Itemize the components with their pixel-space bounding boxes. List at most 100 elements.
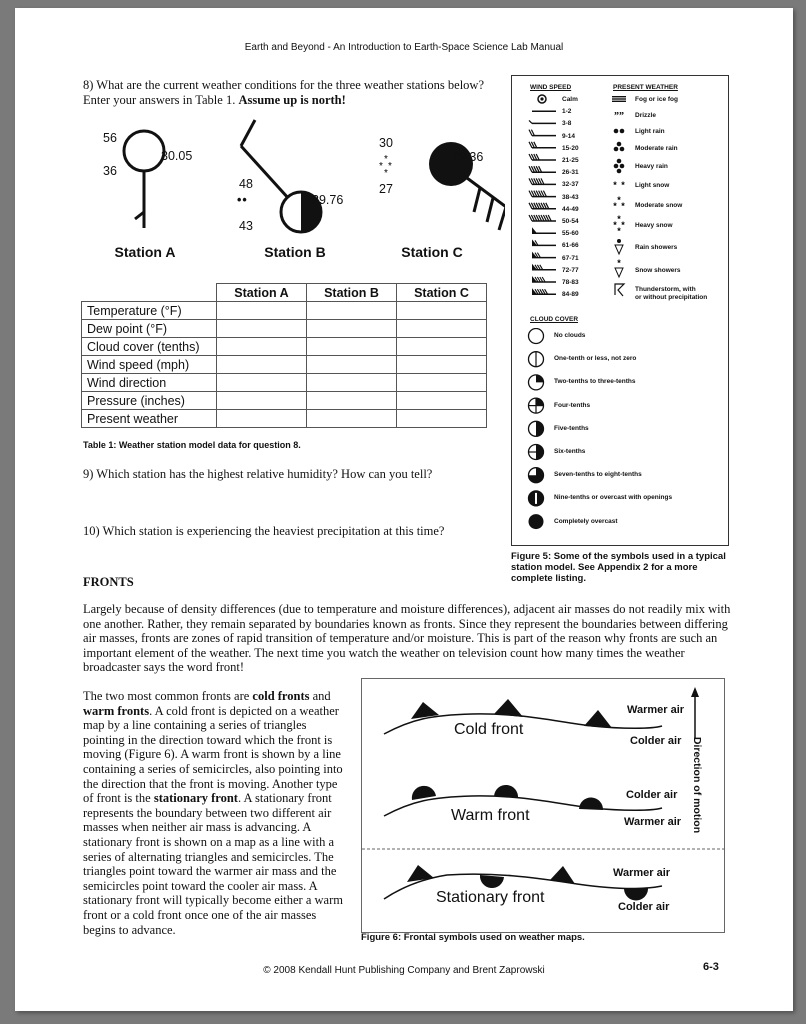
question-8-emphasis: Assume up is north!	[238, 93, 346, 107]
answer-cell[interactable]	[306, 337, 397, 356]
table-row: Wind speed (mph)	[81, 355, 487, 374]
station-b-wind-barb	[239, 119, 257, 147]
question-8-line1: 8) What are the current weather conditio…	[83, 78, 484, 92]
cold-front-triangle	[494, 699, 523, 717]
stationary-front-triangle	[407, 865, 434, 882]
table-row: Dew point (°F)	[81, 319, 487, 338]
text: and	[309, 689, 331, 703]
two-three-tenths-icon	[527, 374, 545, 391]
column-station-b: Station B	[306, 283, 397, 302]
question-9: 9) Which station has the highest relativ…	[83, 467, 433, 481]
answer-cell[interactable]	[396, 373, 487, 392]
station-c-wind-barb	[472, 187, 482, 213]
answer-cell[interactable]	[216, 319, 307, 338]
answer-cell[interactable]	[396, 409, 487, 428]
answer-cell[interactable]	[306, 355, 397, 374]
wind-speed-label: 15-20	[562, 144, 579, 152]
term-stationary-front: stationary front	[153, 791, 238, 806]
station-c-wind-barb	[485, 197, 495, 223]
moderate-rain-icon	[613, 141, 625, 152]
answer-cell[interactable]	[396, 319, 487, 338]
answer-cell[interactable]	[216, 301, 307, 320]
no-clouds-icon	[527, 328, 545, 345]
answer-cell[interactable]	[306, 391, 397, 410]
wind-barb-icon	[528, 153, 556, 161]
table-row: Temperature (°F)	[81, 301, 487, 320]
svg-text:*: *	[613, 180, 617, 190]
stationary-front-colder-air: Colder air	[618, 901, 670, 913]
wind-barb-icon	[528, 190, 556, 198]
present-weather-label: Heavy rain	[635, 163, 668, 170]
present-weather-label: or without precipitation	[635, 294, 708, 301]
present-weather-label: Light snow	[635, 182, 670, 189]
answer-cell[interactable]	[396, 301, 487, 320]
term-warm-fronts: warm fronts	[83, 703, 150, 718]
copyright-footer: © 2008 Kendall Hunt Publishing Company a…	[263, 965, 545, 976]
question-8: 8) What are the current weather conditio…	[83, 78, 503, 108]
direction-arrow-icon	[691, 687, 699, 697]
present-weather-label: Snow showers	[635, 267, 681, 274]
station-b-model	[239, 119, 323, 234]
station-b-wind-shaft	[239, 144, 291, 201]
fog-icon	[612, 96, 626, 102]
row-label: Cloud cover (tenths)	[81, 337, 217, 356]
answer-cell[interactable]	[306, 409, 397, 428]
wind-barb-icon	[528, 119, 556, 125]
running-header: Earth and Beyond - An Introduction to Ea…	[244, 42, 564, 53]
row-label: Pressure (inches)	[81, 391, 217, 410]
wind-speed-label: 55-60	[562, 230, 579, 238]
svg-text:*: *	[384, 168, 388, 179]
table-header-row: Station A Station B Station C	[82, 283, 487, 302]
warm-front-semicircle	[411, 785, 436, 800]
present-weather-label: Rain showers	[635, 244, 678, 251]
svg-text:*: *	[617, 258, 621, 268]
drizzle-icon: ””	[614, 111, 624, 122]
direction-of-motion-label: Direction of motion	[691, 736, 703, 834]
question-8-line2: Enter your answers in Table 1. Assume up…	[83, 93, 503, 108]
moderate-snow-icon: ** *	[613, 195, 625, 211]
answer-cell[interactable]	[396, 337, 487, 356]
wind-speed-label: 67-71	[562, 254, 579, 262]
answer-cell[interactable]	[396, 355, 487, 374]
svg-text:*: *	[621, 180, 625, 190]
light-rain-icon	[613, 128, 625, 134]
answer-cell[interactable]	[216, 409, 307, 428]
row-label: Present weather	[81, 409, 217, 428]
cloud-cover-label: Five-tenths	[554, 424, 589, 432]
row-label: Wind direction	[81, 373, 217, 392]
wind-barb-icon	[528, 202, 556, 210]
answer-cell[interactable]	[396, 391, 487, 410]
wind-speed-label: 26-31	[562, 169, 579, 177]
document-page: Earth and Beyond - An Introduction to Ea…	[15, 8, 793, 1011]
answer-cell[interactable]	[306, 373, 397, 392]
fronts-paragraph-1: Largely because of density differences (…	[83, 602, 731, 675]
figure-6-caption: Figure 6: Frontal symbols used on weathe…	[361, 932, 585, 943]
cold-front-label: Cold front	[454, 721, 524, 738]
cloud-cover-label: Six-tenths	[554, 448, 586, 455]
cloud-cover-label: One-tenth or less, not zero	[554, 355, 637, 363]
stationary-front-warmer-air: Warmer air	[613, 867, 671, 879]
term-cold-fronts: cold fronts	[252, 689, 310, 703]
light-snow-icon: * *	[613, 180, 625, 190]
answer-cell[interactable]	[216, 391, 307, 410]
wind-barb-icon	[532, 276, 556, 283]
six-tenths-icon	[527, 443, 545, 461]
station-a-dew-point: 36	[103, 164, 117, 178]
fronts-paragraph-2: The two most common fronts are cold fron…	[83, 689, 345, 937]
station-a-model	[122, 129, 166, 228]
answer-cell[interactable]	[306, 319, 397, 338]
cloud-cover-label: Nine-tenths or overcast with openings	[554, 494, 673, 502]
answer-cell[interactable]	[216, 337, 307, 356]
present-weather-label: Moderate rain	[635, 145, 678, 152]
answer-cell[interactable]	[216, 373, 307, 392]
wind-barb-icon	[532, 251, 556, 259]
answer-cell[interactable]	[306, 301, 397, 320]
station-a-pressure: 30.05	[161, 149, 193, 163]
station-a-temperature: 56	[103, 131, 117, 145]
answer-cell[interactable]	[216, 355, 307, 374]
svg-text:*: *	[613, 201, 617, 211]
snow-showers-icon: *	[614, 258, 624, 279]
wind-speed-label: 50-54	[562, 218, 579, 225]
warm-front-semicircle	[579, 797, 604, 810]
svg-text:*: *	[388, 161, 392, 172]
